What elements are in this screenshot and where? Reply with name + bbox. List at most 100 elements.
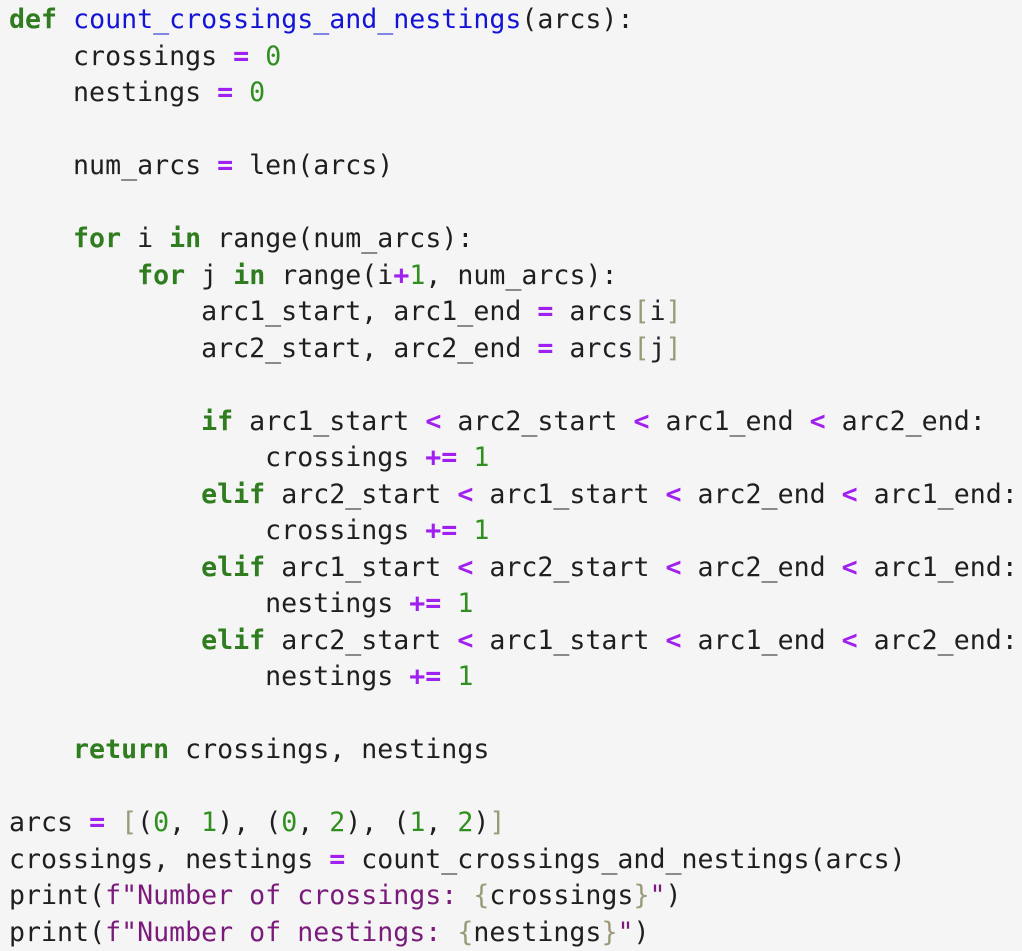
keyword-token: in (233, 260, 265, 291)
code-text: arc2_end (682, 552, 842, 583)
code-line: nestings = 0 (9, 75, 1018, 112)
bracket-token: ] (665, 296, 681, 327)
code-line: nestings += 1 (9, 586, 1018, 623)
code-text: i (121, 223, 169, 254)
code-text: crossings (9, 41, 233, 72)
code-line: print(f"Number of nestings: {nestings}") (9, 915, 1018, 951)
code-text (9, 260, 137, 291)
keyword-token: in (169, 223, 201, 254)
keyword-token: def (9, 4, 57, 35)
code-text: crossings (9, 515, 425, 546)
number-token: 0 (153, 807, 169, 838)
code-text: arc2_start, arc2_end (9, 333, 537, 364)
string-token: " (649, 880, 665, 911)
bracket-token: ] (489, 807, 505, 838)
code-text: arc2_end: (858, 625, 1018, 656)
code-line: crossings += 1 (9, 440, 1018, 477)
operator-token: < (425, 406, 441, 437)
operator-token: < (633, 406, 649, 437)
operator-token: = (217, 77, 233, 108)
operator-token: < (457, 479, 473, 510)
code-line (9, 185, 1018, 222)
code-text: nestings (473, 917, 601, 948)
bracket-token: { (457, 917, 473, 948)
code-text: arc2_end: (826, 406, 986, 437)
code-text (457, 515, 473, 546)
operator-token: < (842, 625, 858, 656)
code-text: crossings, nestings (9, 844, 329, 875)
code-text: arc2_start (265, 479, 457, 510)
operator-token: < (810, 406, 826, 437)
keyword-token: return (73, 734, 169, 765)
code-text: crossings (9, 442, 425, 473)
code-text: arcs (553, 333, 633, 364)
keyword-token: for (73, 223, 121, 254)
code-text: print( (9, 917, 105, 948)
operator-token: = (537, 296, 553, 327)
code-line: crossings += 1 (9, 513, 1018, 550)
number-token: 1 (473, 442, 489, 473)
operator-token: < (665, 625, 681, 656)
number-token: 0 (249, 77, 265, 108)
code-text: nestings (9, 588, 409, 619)
code-text: ( (137, 807, 153, 838)
code-text (233, 77, 249, 108)
code-text (441, 588, 457, 619)
code-line: def count_crossings_and_nestings(arcs): (9, 2, 1018, 39)
number-token: 0 (265, 41, 281, 72)
bracket-token: [ (633, 333, 649, 364)
operator-token: < (665, 479, 681, 510)
keyword-token: for (137, 260, 185, 291)
number-token: 1 (457, 661, 473, 692)
code-text: arc1_start (473, 479, 665, 510)
code-text (57, 4, 73, 35)
keyword-token: elif (201, 625, 265, 656)
code-line: elif arc2_start < arc1_start < arc1_end … (9, 623, 1018, 660)
code-text: j (185, 260, 233, 291)
number-token: 2 (329, 807, 345, 838)
code-text: arc1_start (265, 552, 457, 583)
code-text: i (649, 296, 665, 327)
number-token: 1 (457, 588, 473, 619)
number-token: 1 (409, 807, 425, 838)
code-text: ), ( (217, 807, 281, 838)
code-text (105, 807, 121, 838)
operator-token: < (457, 552, 473, 583)
code-line: crossings, nestings = count_crossings_an… (9, 842, 1018, 879)
code-text (9, 734, 73, 765)
number-token: 1 (409, 260, 425, 291)
bracket-token: } (633, 880, 649, 911)
code-line: arc2_start, arc2_end = arcs[j] (9, 331, 1018, 368)
code-line (9, 112, 1018, 149)
code-text: , (169, 807, 201, 838)
code-text: arc1_end (649, 406, 809, 437)
code-line: arcs = [(0, 1), (0, 2), (1, 2)] (9, 805, 1018, 842)
code-line: elif arc1_start < arc2_start < arc2_end … (9, 550, 1018, 587)
code-text: arc1_end (682, 625, 842, 656)
code-text (457, 442, 473, 473)
bracket-token: } (601, 917, 617, 948)
code-line: print(f"Number of crossings: {crossings}… (9, 878, 1018, 915)
code-text: range(num_arcs): (201, 223, 473, 254)
code-text: arc2_start (441, 406, 633, 437)
code-text: ) (633, 917, 649, 948)
string-token: f"Number of nestings: (105, 917, 457, 948)
operator-token: + (393, 260, 409, 291)
code-text (9, 625, 201, 656)
code-text (9, 406, 201, 437)
code-text: num_arcs (9, 150, 217, 181)
operator-token: = (329, 844, 345, 875)
number-token: 0 (281, 807, 297, 838)
operator-token: = (89, 807, 105, 838)
number-token: 2 (457, 807, 473, 838)
string-token: f"Number of crossings: (105, 880, 473, 911)
keyword-token: elif (201, 479, 265, 510)
number-token: 1 (201, 807, 217, 838)
code-text (249, 41, 265, 72)
operator-token: < (842, 479, 858, 510)
code-text: , (297, 807, 329, 838)
code-line: crossings = 0 (9, 39, 1018, 76)
code-block: def count_crossings_and_nestings(arcs): … (9, 2, 1018, 951)
code-line: arc1_start, arc1_end = arcs[i] (9, 294, 1018, 331)
code-text: arc1_start, arc1_end (9, 296, 537, 327)
